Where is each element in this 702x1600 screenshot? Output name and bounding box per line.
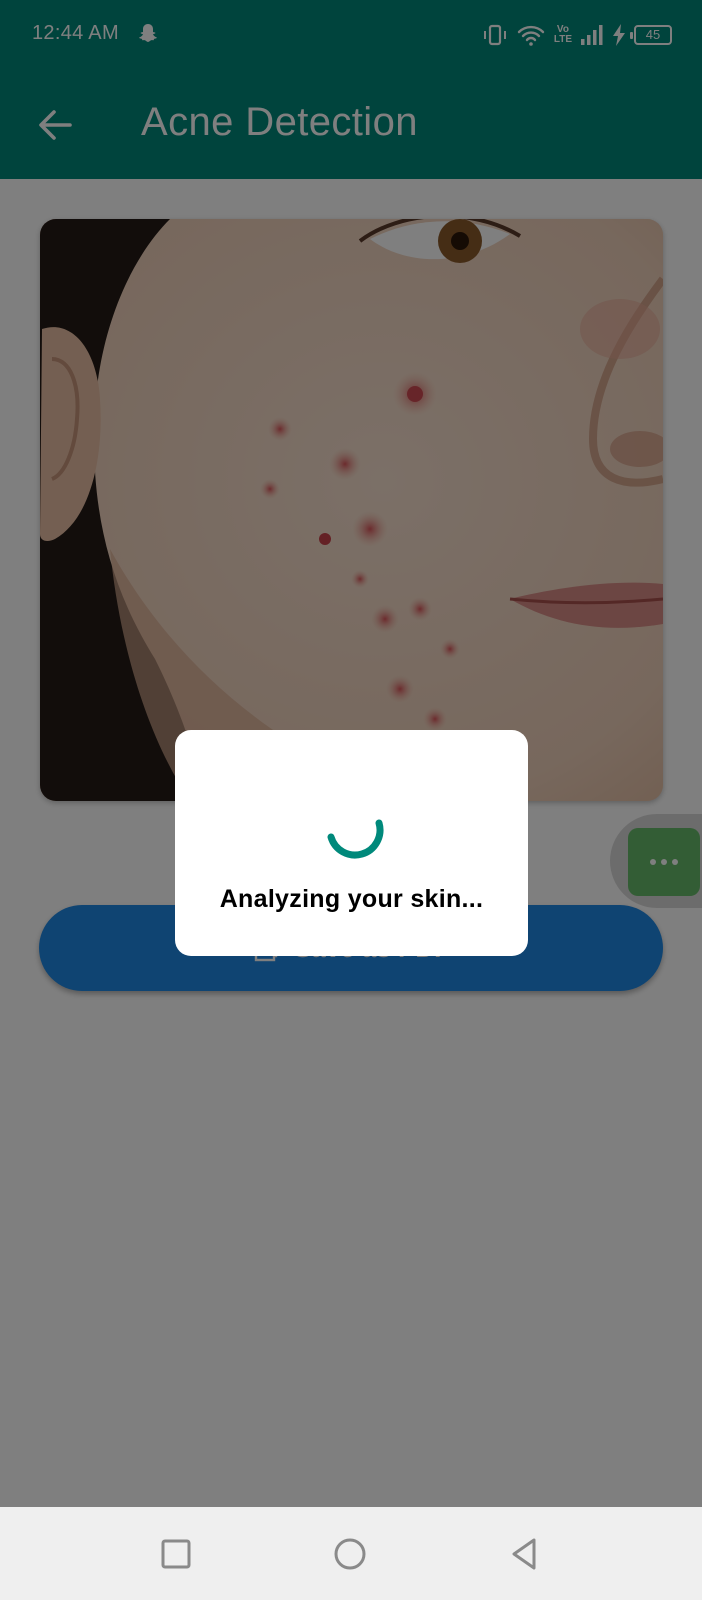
- loading-spinner-icon: [327, 819, 384, 859]
- recents-square-icon[interactable]: [159, 1537, 193, 1571]
- loading-dialog: Analyzing your skin...: [175, 730, 528, 956]
- loading-message: Analyzing your skin...: [219, 885, 484, 913]
- back-triangle-icon[interactable]: [508, 1537, 542, 1571]
- system-nav-bar: [0, 1507, 702, 1600]
- home-circle-icon[interactable]: [333, 1537, 367, 1571]
